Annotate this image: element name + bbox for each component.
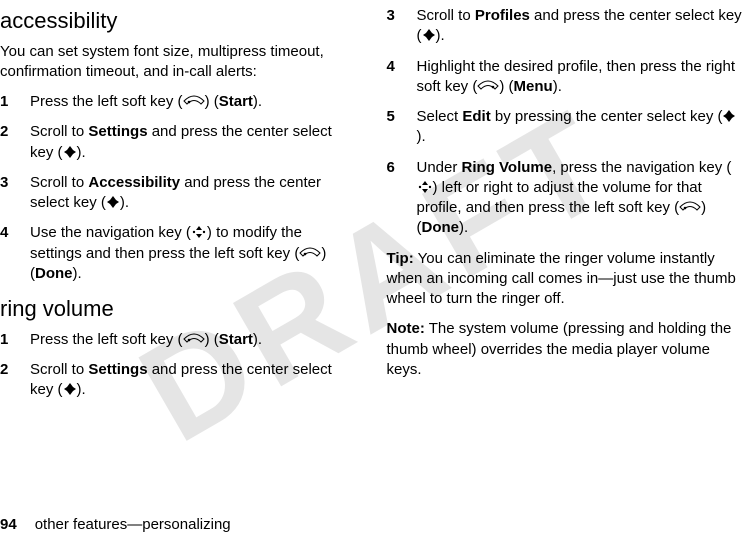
accessibility-label: Accessibility [88, 174, 180, 191]
text: Highlight the desired profile, then pres… [417, 58, 736, 95]
start-label: Start [219, 331, 253, 348]
step-body: Press the left soft key ( ) (Start). [30, 330, 357, 350]
settings-label: Settings [88, 123, 147, 140]
center-select-key-icon [722, 109, 736, 123]
step-body: Use the navigation key () to modify the … [30, 223, 357, 284]
text: Scroll to [30, 123, 88, 140]
center-select-key-icon [63, 145, 77, 159]
done-label: Done [35, 265, 73, 282]
text: ) ( [205, 93, 219, 110]
step-number: 1 [0, 330, 30, 350]
text: ) ( [205, 331, 219, 348]
right-soft-key-icon [477, 79, 499, 93]
text: ) ( [499, 78, 513, 95]
accessibility-step-1: 1 Press the left soft key ( ) (Start). [0, 92, 357, 112]
text: ). [253, 93, 262, 110]
text: Scroll to [30, 174, 88, 191]
step-body: Under Ring Volume, press the navigation … [417, 158, 744, 239]
ring-volume-step-3: 3 Scroll to Profiles and press the cente… [387, 6, 744, 47]
text: ). [120, 194, 129, 211]
navigation-key-icon [191, 225, 207, 239]
step-body: Highlight the desired profile, then pres… [417, 57, 744, 98]
step-number: 2 [0, 122, 30, 163]
accessibility-step-3: 3 Scroll to Accessibility and press the … [0, 173, 357, 214]
ring-volume-step-6: 6 Under Ring Volume, press the navigatio… [387, 158, 744, 239]
text: Under [417, 159, 462, 176]
footer-section: other features—personalizing [35, 516, 231, 533]
center-select-key-icon [106, 195, 120, 209]
accessibility-step-4: 4 Use the navigation key () to modify th… [0, 223, 357, 284]
right-column: 3 Scroll to Profiles and press the cente… [387, 6, 744, 411]
page-footer: 94 other features—personalizing [0, 515, 231, 535]
text: Select [417, 108, 463, 125]
text: ). [436, 27, 445, 44]
step-body: Scroll to Settings and press the center … [30, 122, 357, 163]
note-text: The system volume (pressing and holding … [387, 320, 732, 378]
left-soft-key-icon [183, 94, 205, 108]
ring-volume-step-1: 1 Press the left soft key ( ) (Start). [0, 330, 357, 350]
text: ) left or right to adjust the volume for… [417, 179, 702, 216]
text: Press the left soft key ( [30, 93, 183, 110]
text: ). [253, 331, 262, 348]
note-label: Note: [387, 320, 425, 337]
done-label: Done [422, 219, 460, 236]
left-soft-key-icon [299, 246, 321, 260]
accessibility-intro: You can set system font size, multipress… [0, 42, 357, 83]
navigation-key-icon [417, 180, 433, 194]
accessibility-heading: accessibility [0, 6, 357, 36]
step-body: Scroll to Settings and press the center … [30, 360, 357, 401]
ring-volume-step-5: 5 Select Edit by pressing the center sel… [387, 107, 744, 148]
menu-label: Menu [514, 78, 553, 95]
left-column: accessibility You can set system font si… [0, 6, 357, 411]
profiles-label: Profiles [475, 7, 530, 24]
center-select-key-icon [63, 382, 77, 396]
start-label: Start [219, 93, 253, 110]
step-number: 1 [0, 92, 30, 112]
text: ). [77, 381, 86, 398]
step-number: 3 [0, 173, 30, 214]
tip-label: Tip: [387, 250, 414, 267]
text: Use the navigation key ( [30, 224, 191, 241]
page-number: 94 [0, 516, 17, 533]
step-number: 4 [387, 57, 417, 98]
text: ). [73, 265, 82, 282]
tip-paragraph: Tip: You can eliminate the ringer volume… [387, 249, 744, 310]
settings-label: Settings [88, 361, 147, 378]
text: ). [459, 219, 468, 236]
step-number: 2 [0, 360, 30, 401]
step-number: 5 [387, 107, 417, 148]
center-select-key-icon [422, 28, 436, 42]
step-number: 4 [0, 223, 30, 284]
edit-label: Edit [462, 108, 490, 125]
text: ). [553, 78, 562, 95]
step-body: Press the left soft key ( ) (Start). [30, 92, 357, 112]
text: by pressing the center select key ( [491, 108, 723, 125]
ring-volume-step-2: 2 Scroll to Settings and press the cente… [0, 360, 357, 401]
text: ). [417, 128, 426, 145]
step-body: Scroll to Profiles and press the center … [417, 6, 744, 47]
tip-text: You can eliminate the ringer volume inst… [387, 250, 736, 308]
accessibility-step-2: 2 Scroll to Settings and press the cente… [0, 122, 357, 163]
ring-volume-heading: ring volume [0, 294, 357, 324]
text: Scroll to [417, 7, 475, 24]
step-body: Scroll to Accessibility and press the ce… [30, 173, 357, 214]
text: , press the navigation key ( [552, 159, 731, 176]
step-number: 6 [387, 158, 417, 239]
ring-volume-step-4: 4 Highlight the desired profile, then pr… [387, 57, 744, 98]
step-number: 3 [387, 6, 417, 47]
page-content: accessibility You can set system font si… [0, 0, 753, 411]
left-soft-key-icon [183, 332, 205, 346]
text: ). [77, 144, 86, 161]
text: Scroll to [30, 361, 88, 378]
note-paragraph: Note: The system volume (pressing and ho… [387, 319, 744, 380]
ring-volume-label: Ring Volume [462, 159, 553, 176]
text: Press the left soft key ( [30, 331, 183, 348]
left-soft-key-icon [679, 200, 701, 214]
step-body: Select Edit by pressing the center selec… [417, 107, 744, 148]
